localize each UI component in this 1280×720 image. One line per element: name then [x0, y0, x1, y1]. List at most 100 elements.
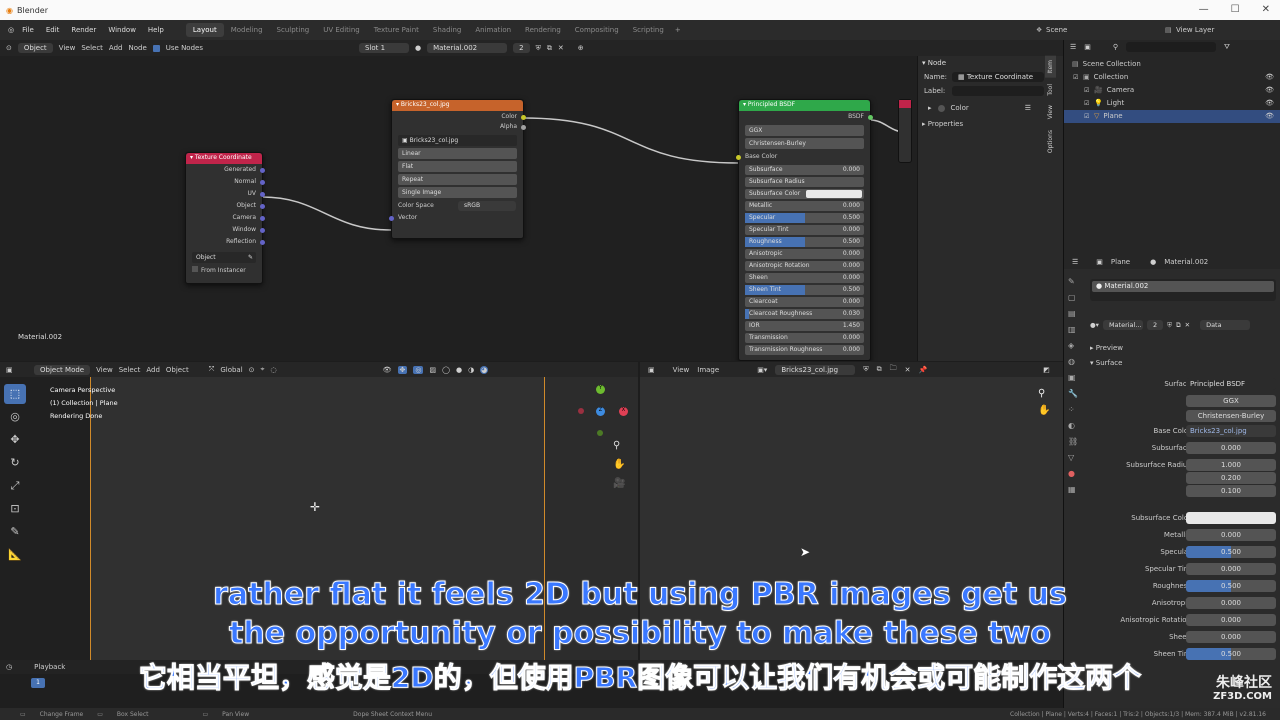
fake-user-icon[interactable]: ⛨: [536, 44, 541, 53]
world-tab-icon[interactable]: ◍: [1068, 357, 1082, 366]
tab-layout[interactable]: Layout: [185, 23, 224, 37]
proportional-icon[interactable]: ◌: [271, 366, 277, 374]
next-node-stub[interactable]: [898, 99, 912, 163]
view-menu[interactable]: View: [96, 366, 113, 374]
list-icon[interactable]: ☰: [1025, 104, 1031, 112]
add-menu[interactable]: Add: [146, 366, 160, 374]
maximize-icon[interactable]: ☐: [1231, 4, 1240, 15]
subsurface-method-dropdown[interactable]: Christensen-Burley: [745, 138, 864, 149]
sidebar-tab-options[interactable]: Options: [1045, 125, 1056, 157]
checkbox-icon[interactable]: ☑: [1084, 110, 1089, 123]
specular-input[interactable]: Specular 0.500: [745, 213, 864, 223]
subsurface-color-input[interactable]: Subsurface Color: [745, 189, 864, 199]
transform-tool-icon[interactable]: ⊡: [4, 499, 26, 519]
select-menu[interactable]: Select: [81, 44, 103, 52]
node-header[interactable]: ▾ Texture Coordinate: [186, 153, 262, 164]
menu-window[interactable]: Window: [108, 26, 136, 34]
image-texture-node[interactable]: ▾ Bricks23_col.jpg Color Alpha ▣ Bricks2…: [389, 99, 526, 239]
neg-x-axis-icon[interactable]: [578, 408, 584, 414]
extension-dropdown[interactable]: Repeat: [398, 174, 517, 185]
render-tab-icon[interactable]: ▢: [1068, 293, 1082, 302]
specular-tint-input[interactable]: Specular Tint 0.000: [745, 225, 864, 235]
menu-file[interactable]: File: [22, 26, 34, 34]
tab-rendering[interactable]: Rendering: [518, 23, 568, 37]
menu-edit[interactable]: Edit: [46, 26, 60, 34]
material-slot-item[interactable]: ● Material.002: [1092, 281, 1274, 292]
minimize-icon[interactable]: —: [1199, 4, 1209, 15]
color-checkbox[interactable]: [937, 104, 945, 112]
camera-socket[interactable]: [260, 216, 265, 221]
tab-shading[interactable]: Shading: [426, 23, 468, 37]
normal-socket[interactable]: [260, 180, 265, 185]
select-box-tool-icon[interactable]: ⬚: [4, 384, 26, 404]
wireframe-shading-icon[interactable]: ◯: [442, 366, 450, 374]
view-layer-selector[interactable]: View Layer: [1176, 26, 1214, 34]
subsurface-radius-input[interactable]: Subsurface Radius: [745, 177, 864, 187]
specular-tint-field[interactable]: 0.000: [1186, 563, 1276, 575]
material-name-field[interactable]: Material.002: [427, 43, 508, 53]
editor-type-icon[interactable]: ▣: [648, 366, 655, 374]
material-field[interactable]: Material...: [1102, 320, 1143, 330]
scale-tool-icon[interactable]: ⤢: [4, 476, 26, 496]
metallic-field[interactable]: 0.000: [1186, 529, 1276, 541]
rendered-shading-icon[interactable]: ◕: [480, 365, 489, 374]
overlays-icon[interactable]: ◎: [413, 365, 424, 374]
open-image-icon[interactable]: 🗀: [890, 364, 897, 375]
tool-tab-icon[interactable]: ✎: [1068, 277, 1082, 286]
tab-modeling[interactable]: Modeling: [224, 23, 270, 37]
preview-panel-header[interactable]: ▸ Preview: [1090, 344, 1123, 352]
object-socket[interactable]: [260, 204, 265, 209]
image-name-field[interactable]: Bricks23_col.jpg: [775, 364, 856, 375]
window-socket[interactable]: [260, 228, 265, 233]
specular-field[interactable]: 0.500: [1186, 546, 1276, 558]
solid-shading-icon[interactable]: ●: [456, 366, 462, 374]
visibility-icon[interactable]: 👁: [1265, 97, 1274, 110]
outliner-item-camera[interactable]: 🎥 Camera 👁 ☑: [1064, 84, 1280, 97]
node-editor-canvas[interactable]: ▾ Texture Coordinate Generated Normal UV Ob…: [0, 56, 1063, 361]
duplicate-icon[interactable]: ⧉: [877, 365, 882, 374]
blender-menu-icon[interactable]: ◎: [8, 26, 14, 34]
tab-scripting[interactable]: Scripting: [626, 23, 671, 37]
value-7-field[interactable]: 0.100: [1186, 485, 1276, 497]
from-instancer-checkbox[interactable]: From Instancer: [186, 265, 262, 277]
visibility-icon[interactable]: 👁: [383, 366, 392, 374]
x-axis-icon[interactable]: X: [619, 407, 628, 416]
tab-sculpting[interactable]: Sculpting: [270, 23, 317, 37]
checkbox-icon[interactable]: ☑: [1084, 97, 1089, 110]
navigation-gizmo[interactable]: Y X Z: [576, 382, 628, 442]
label-field[interactable]: [952, 86, 1044, 96]
editor-type-icon[interactable]: ☰: [1070, 43, 1076, 51]
view-menu[interactable]: View: [59, 44, 76, 52]
value-2-field[interactable]: Christensen-Burley: [1186, 410, 1276, 422]
zoom-icon[interactable]: ⚲: [1038, 388, 1050, 399]
node-header[interactable]: ▾ Principled BSDF: [739, 100, 870, 111]
pin-icon[interactable]: ⊕: [578, 44, 584, 52]
subsurface-color-field[interactable]: [1186, 512, 1276, 524]
camera-view-icon[interactable]: 🎥: [613, 478, 625, 489]
subsurface-field[interactable]: 0.000: [1186, 442, 1276, 454]
principled-bsdf-node[interactable]: ▾ Principled BSDF BSDF GGX Christensen-B…: [736, 99, 873, 361]
node-section-header[interactable]: ▾ Node: [918, 56, 1063, 70]
base-color-socket[interactable]: [736, 155, 741, 160]
link-dropdown[interactable]: Data: [1200, 320, 1251, 330]
bsdf-socket[interactable]: [868, 115, 873, 120]
pan-hand-icon[interactable]: ✋: [1038, 405, 1050, 416]
z-axis-icon[interactable]: Z: [596, 407, 605, 416]
orientation-dropdown[interactable]: Global: [220, 366, 242, 374]
sidebar-tab-item[interactable]: Item: [1045, 56, 1056, 78]
visibility-icon[interactable]: 👁: [1265, 71, 1274, 84]
measure-tool-icon[interactable]: 📐: [4, 545, 26, 565]
close-icon[interactable]: ✕: [1262, 4, 1270, 15]
properties-section-header[interactable]: ▸ Properties: [918, 118, 1063, 130]
menu-help[interactable]: Help: [148, 26, 164, 34]
name-field[interactable]: ▦ Texture Coordinate: [952, 72, 1044, 82]
transmission-input[interactable]: Transmission 0.000: [745, 333, 864, 343]
subsurface-input[interactable]: Subsurface 0.000: [745, 165, 864, 175]
sheen-input[interactable]: Sheen 0.000: [745, 273, 864, 283]
checkbox-icon[interactable]: ☑: [1073, 71, 1078, 84]
sidebar-tab-view[interactable]: View: [1045, 101, 1056, 124]
outliner-item-scene-collection[interactable]: ▤ Scene Collection: [1064, 58, 1280, 71]
neg-y-axis-icon[interactable]: [597, 430, 603, 436]
texture-coordinate-node[interactable]: ▾ Texture Coordinate Generated Normal UV Ob…: [185, 152, 265, 284]
source-dropdown[interactable]: Single Image: [398, 187, 517, 198]
